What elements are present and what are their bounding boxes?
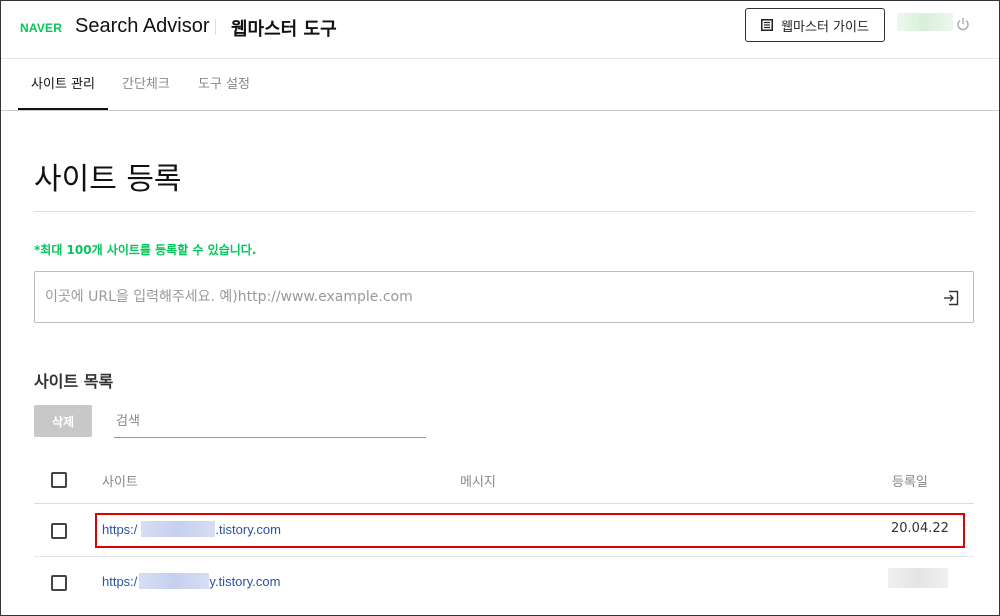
site-link[interactable]: https:/ y.tistory.com [102,573,280,589]
app-window: NAVER Search Advisor 웹마스터 도구 웹마스터 가이드 사이… [0,0,1000,616]
site-url-suffix: .tistory.com [215,522,281,537]
title-divider [34,211,974,212]
site-list-heading: 사이트 목록 [34,372,114,391]
table-row: https:/ .tistory.com 20.04.22 [34,505,974,557]
registration-date-redacted [888,568,948,588]
site-limit-notice: *최대 100개 사이트를 등록할 수 있습니다. [34,243,257,257]
table-row: https:/ y.tistory.com [34,558,974,608]
site-search-input[interactable] [114,405,426,438]
brand-title[interactable]: Search Advisor [75,15,210,38]
site-url-prefix: https:/ [102,522,138,537]
naver-logo[interactable]: NAVER [20,21,62,35]
registration-date: 20.04.22 [891,521,949,536]
delete-button[interactable]: 삭제 [34,405,92,437]
select-all-checkbox[interactable] [51,472,67,488]
header-divider [215,19,216,35]
site-url-suffix: y.tistory.com [209,574,281,589]
page-title: 사이트 등록 [34,162,182,197]
column-header-site: 사이트 [102,475,138,490]
url-register-box [34,271,974,323]
url-input[interactable] [45,286,925,308]
row-checkbox[interactable] [51,523,67,539]
site-url-prefix: https:/ [102,574,138,589]
webmaster-guide-button[interactable]: 웹마스터 가이드 [745,8,885,42]
tool-title: 웹마스터 도구 [231,19,337,40]
user-account-redacted[interactable] [897,13,953,31]
tab-tool-settings[interactable]: 도구 설정 [198,59,250,110]
top-header: NAVER Search Advisor 웹마스터 도구 웹마스터 가이드 [1,1,999,59]
webmaster-guide-label: 웹마스터 가이드 [781,19,869,35]
row-checkbox[interactable] [51,575,67,591]
redacted-blur [139,573,210,589]
tab-bar: 사이트 관리 간단체크 도구 설정 [1,59,999,111]
redacted-blur [141,521,216,537]
tab-quick-check[interactable]: 간단체크 [122,59,170,110]
enter-icon[interactable] [943,290,959,306]
column-header-message: 메시지 [460,475,496,490]
column-header-date: 등록일 [892,475,928,490]
table-header: 사이트 메시지 등록일 [34,456,974,504]
tab-site-management[interactable]: 사이트 관리 [18,59,108,110]
power-icon[interactable] [956,17,970,31]
book-icon [761,19,774,31]
site-link[interactable]: https:/ .tistory.com [102,521,281,537]
